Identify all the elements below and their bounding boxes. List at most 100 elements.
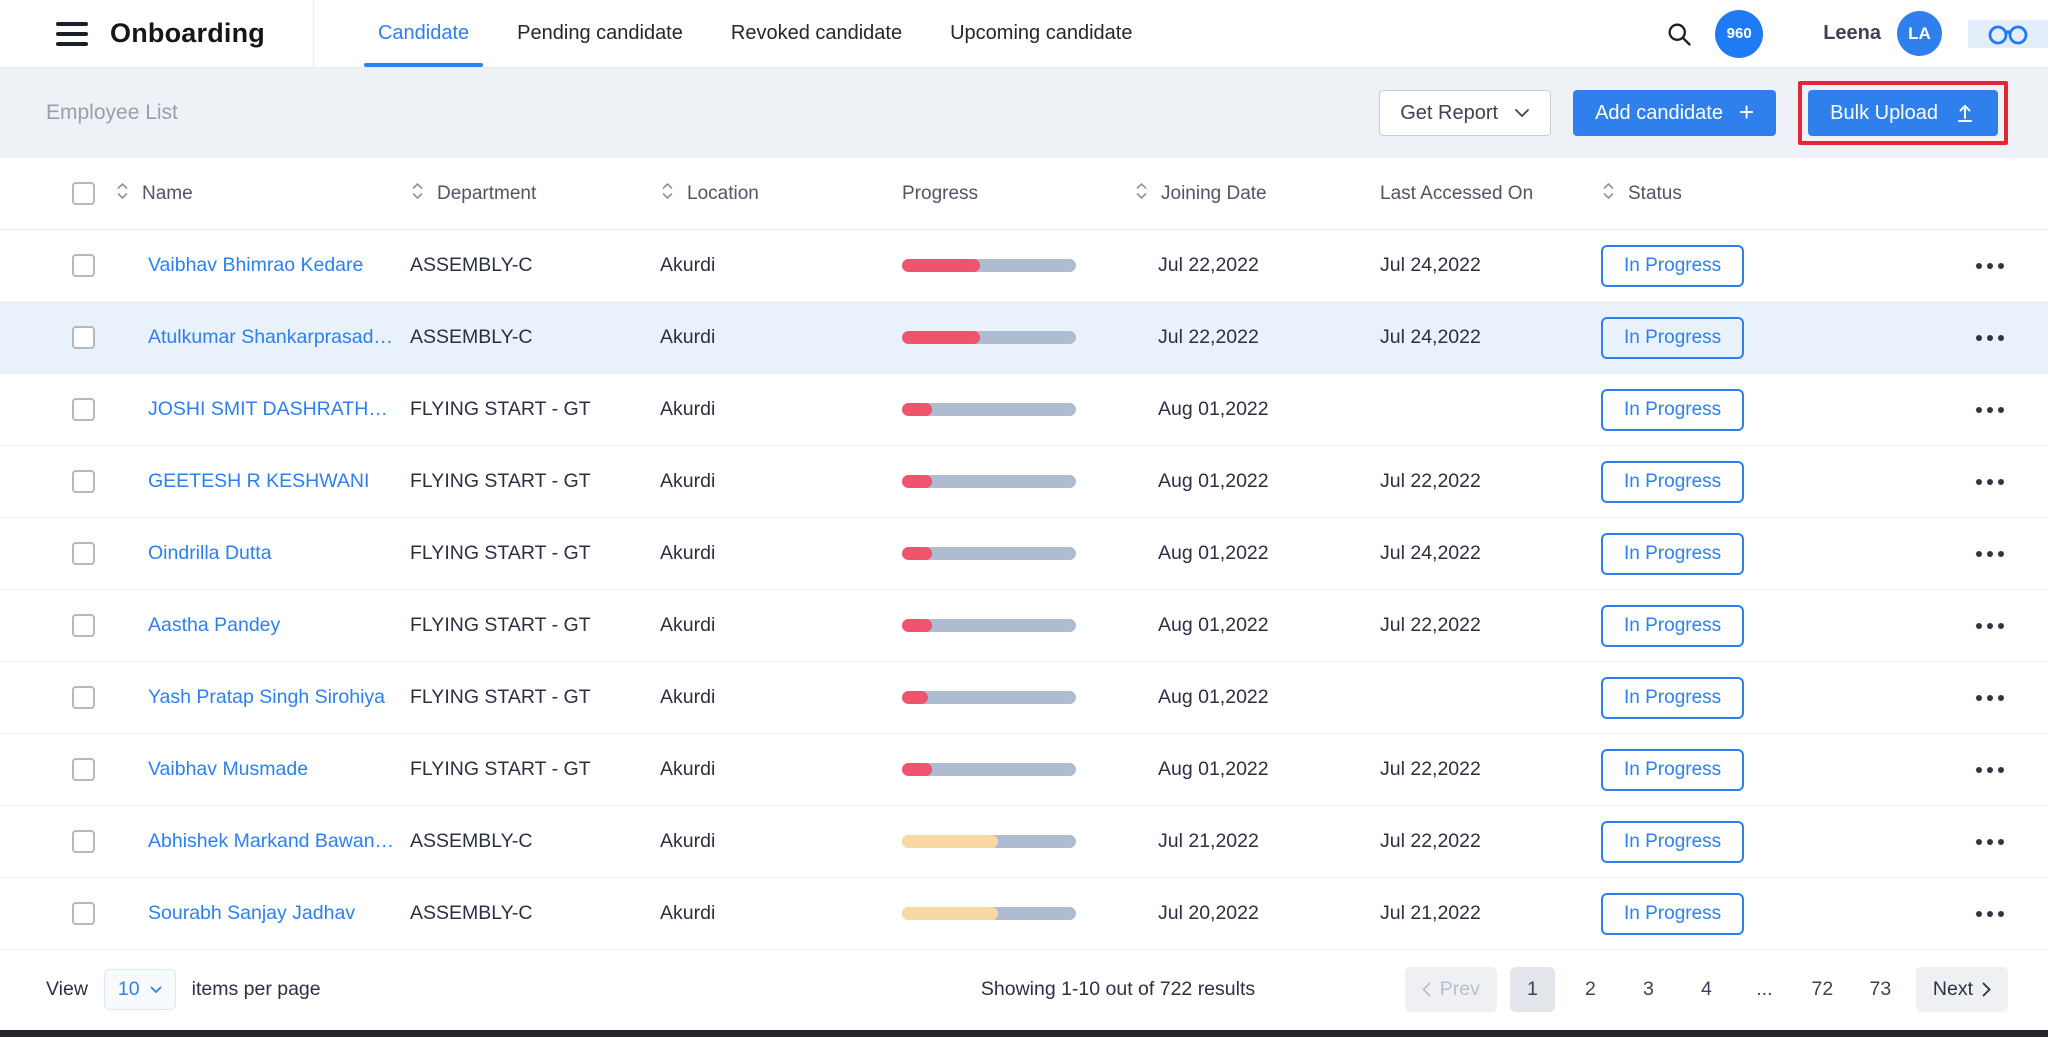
- location-cell: Akurdi: [660, 254, 716, 276]
- toolbar-actions: Get Report Add candidate + Bulk Upload: [1379, 81, 2008, 145]
- progress-bar: [902, 403, 1076, 416]
- row-menu-button[interactable]: [1972, 541, 2008, 567]
- row-checkbox[interactable]: [72, 614, 95, 637]
- row-checkbox[interactable]: [72, 686, 95, 709]
- candidate-name-link[interactable]: Vaibhav Musmade: [148, 758, 410, 781]
- view-label: View: [46, 978, 88, 1000]
- candidate-name-link[interactable]: Vaibhav Bhimrao Kedare: [148, 254, 410, 277]
- page-button-4[interactable]: 4: [1684, 967, 1729, 1012]
- row-checkbox[interactable]: [72, 830, 95, 853]
- page-button-2[interactable]: 2: [1568, 967, 1613, 1012]
- row-checkbox[interactable]: [72, 470, 95, 493]
- table-row: Sourabh Sanjay Jadhav ASSEMBLY-C Akurdi …: [0, 878, 2048, 950]
- row-menu-button[interactable]: [1972, 829, 2008, 855]
- department-cell: FLYING START - GT: [410, 614, 591, 636]
- chevron-right-icon: [1982, 982, 1991, 997]
- table-row: Oindrilla Dutta FLYING START - GT Akurdi…: [0, 518, 2048, 590]
- candidate-name-link[interactable]: Atulkumar Shankarprasad M...: [148, 326, 410, 349]
- bulk-upload-label: Bulk Upload: [1830, 101, 1938, 124]
- row-menu-button[interactable]: [1972, 685, 2008, 711]
- row-checkbox[interactable]: [72, 902, 95, 925]
- red-annotation-box: Bulk Upload: [1798, 81, 2008, 145]
- row-menu-button[interactable]: [1972, 253, 2008, 279]
- brand-logo-icon[interactable]: [1968, 19, 2048, 48]
- column-header-joining-date[interactable]: Joining Date: [1134, 180, 1380, 208]
- status-badge: In Progress: [1601, 316, 1745, 359]
- tab-upcoming-candidate[interactable]: Upcoming candidate: [926, 0, 1156, 67]
- row-checkbox[interactable]: [72, 542, 95, 565]
- hamburger-menu-icon[interactable]: [56, 21, 88, 46]
- page-button-73[interactable]: 73: [1858, 967, 1903, 1012]
- row-menu-button[interactable]: [1972, 757, 2008, 783]
- tab-label: Upcoming candidate: [950, 22, 1133, 44]
- sort-icon: [660, 180, 675, 208]
- joining-date-cell: Aug 01,2022: [1158, 542, 1269, 564]
- status-badge: In Progress: [1601, 892, 1745, 935]
- column-header-last-accessed-on: Last Accessed On: [1380, 183, 1601, 205]
- joining-date-cell: Aug 01,2022: [1158, 614, 1269, 636]
- items-per-page-select[interactable]: 10: [103, 969, 176, 1010]
- location-cell: Akurdi: [660, 398, 716, 420]
- column-header-status[interactable]: Status: [1601, 180, 1841, 208]
- row-menu-button[interactable]: [1972, 325, 2008, 351]
- tab-candidate[interactable]: Candidate: [354, 0, 493, 67]
- row-menu-button[interactable]: [1972, 397, 2008, 423]
- candidate-name-link[interactable]: Sourabh Sanjay Jadhav: [148, 902, 410, 925]
- status-badge: In Progress: [1601, 388, 1745, 431]
- row-menu-button[interactable]: [1972, 613, 2008, 639]
- column-header-location[interactable]: Location: [660, 180, 902, 208]
- row-menu-button[interactable]: [1972, 901, 2008, 927]
- page-gap: ...: [1742, 967, 1787, 1012]
- candidate-name-link[interactable]: Aastha Pandey: [148, 614, 410, 637]
- department-cell: FLYING START - GT: [410, 758, 591, 780]
- page-button-72[interactable]: 72: [1800, 967, 1845, 1012]
- sort-icon: [115, 180, 130, 208]
- add-candidate-button[interactable]: Add candidate +: [1573, 90, 1777, 136]
- notification-badge[interactable]: 960: [1715, 9, 1764, 58]
- department-cell: ASSEMBLY-C: [410, 902, 533, 924]
- table-row: Vaibhav Bhimrao Kedare ASSEMBLY-C Akurdi…: [0, 230, 2048, 302]
- select-all-checkbox[interactable]: [72, 182, 95, 205]
- candidate-name-link[interactable]: JOSHI SMIT DASHRATHKUMAR: [148, 398, 410, 421]
- column-header-progress: Progress: [902, 183, 1134, 205]
- joining-date-cell: Aug 01,2022: [1158, 758, 1269, 780]
- tab-label: Pending candidate: [517, 22, 683, 44]
- candidate-name-link[interactable]: Abhishek Markand Bawankar: [148, 830, 410, 853]
- tab-pending-candidate[interactable]: Pending candidate: [493, 0, 707, 67]
- page-list: 1 2 3 4... 72 73: [1509, 967, 1903, 1012]
- table-row: Abhishek Markand Bawankar ASSEMBLY-C Aku…: [0, 806, 2048, 878]
- department-cell: FLYING START - GT: [410, 470, 591, 492]
- search-icon[interactable]: [1665, 20, 1693, 48]
- bulk-upload-button[interactable]: Bulk Upload: [1808, 90, 1998, 136]
- next-page-button[interactable]: Next: [1915, 967, 2008, 1012]
- candidate-name-link[interactable]: Oindrilla Dutta: [148, 542, 410, 565]
- row-menu-button[interactable]: [1972, 469, 2008, 495]
- progress-bar: [902, 835, 1076, 848]
- location-cell: Akurdi: [660, 470, 716, 492]
- prev-page-button[interactable]: Prev: [1404, 967, 1497, 1012]
- department-cell: FLYING START - GT: [410, 398, 591, 420]
- row-checkbox[interactable]: [72, 398, 95, 421]
- row-checkbox[interactable]: [72, 758, 95, 781]
- candidate-name-link[interactable]: GEETESH R KESHWANI: [148, 470, 410, 493]
- get-report-label: Get Report: [1400, 101, 1499, 124]
- row-checkbox[interactable]: [72, 326, 95, 349]
- column-header-name[interactable]: Name: [115, 180, 410, 208]
- tab-revoked-candidate[interactable]: Revoked candidate: [707, 0, 926, 67]
- progress-bar: [902, 475, 1076, 488]
- last-accessed-cell: Jul 24,2022: [1380, 326, 1481, 348]
- user-avatar[interactable]: LA: [1897, 11, 1942, 56]
- page-button-3[interactable]: 3: [1626, 967, 1671, 1012]
- last-accessed-cell: Jul 24,2022: [1380, 254, 1481, 276]
- get-report-button[interactable]: Get Report: [1379, 90, 1552, 136]
- page-button-1[interactable]: 1: [1509, 967, 1555, 1012]
- pagination-bar: View 10 items per page Showing 1-10 out …: [0, 950, 2048, 1029]
- last-accessed-cell: Jul 22,2022: [1380, 470, 1481, 492]
- column-header-department[interactable]: Department: [410, 180, 660, 208]
- last-accessed-cell: Jul 22,2022: [1380, 614, 1481, 636]
- location-cell: Akurdi: [660, 686, 716, 708]
- progress-bar: [902, 331, 1076, 344]
- candidate-name-link[interactable]: Yash Pratap Singh Sirohiya: [148, 686, 410, 709]
- progress-fill: [902, 259, 981, 272]
- row-checkbox[interactable]: [72, 254, 95, 277]
